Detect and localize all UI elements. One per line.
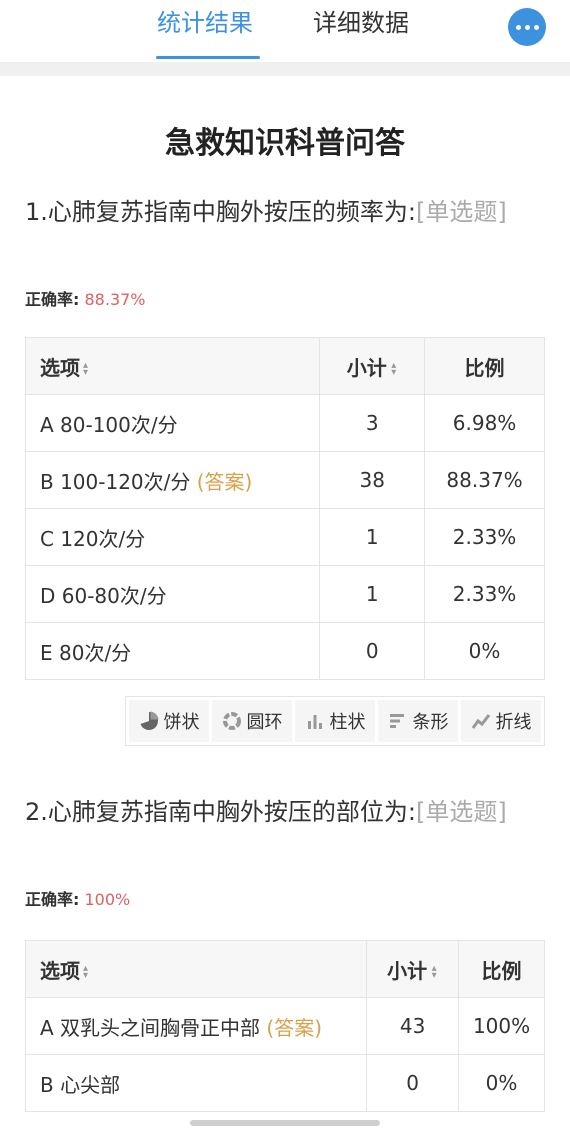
table-row: C 120次/分 1 2.33% xyxy=(24,508,545,566)
ratio-cell: 0% xyxy=(424,622,545,680)
active-tab-indicator xyxy=(156,56,260,59)
column-option-header[interactable]: 选项 ▴ ▾ xyxy=(24,940,368,998)
chart-button-label: 圆环 xyxy=(246,712,283,733)
table-header-row: 选项 ▴ ▾ 小计 ▴ ▾ 比例 xyxy=(24,337,545,395)
column-ratio-header: 比例 xyxy=(458,940,545,998)
count-cell: 1 xyxy=(319,565,426,623)
question-text: 1.心肺复苏指南中胸外按压的频率为: xyxy=(25,198,416,226)
option-cell: B 心尖部 xyxy=(24,1054,368,1112)
table-header-row: 选项 ▴ ▾ 小计 ▴ ▾ 比例 xyxy=(24,940,545,998)
accuracy-label: 正确率: xyxy=(25,890,80,909)
column-chart-button[interactable]: 柱状 xyxy=(295,700,375,742)
accuracy-value: 100% xyxy=(84,890,131,909)
question-2-accuracy: 正确率: 100% xyxy=(25,886,130,910)
ratio-cell: 2.33% xyxy=(424,565,545,623)
accuracy-label: 正确率: xyxy=(25,290,80,309)
option-cell: A 80-100次/分 xyxy=(24,394,321,452)
ratio-cell: 2.33% xyxy=(424,508,545,566)
pie-chart-icon xyxy=(140,711,158,730)
sort-icon[interactable]: ▴ ▾ xyxy=(83,361,91,378)
question-type: [单选题] xyxy=(415,798,507,826)
table-row: A 双乳头之间胸骨正中部 (答案) 43 100% xyxy=(24,997,545,1055)
ratio-cell: 88.37% xyxy=(424,451,545,509)
top-tab-bar: 统计结果 详细数据 xyxy=(0,0,570,62)
question-1-title: 1.心肺复苏指南中胸外按压的频率为:[单选题] xyxy=(25,196,545,228)
column-chart-icon xyxy=(307,715,322,729)
column-count-header[interactable]: 小计 ▴ ▾ xyxy=(366,940,460,998)
question-2-title: 2.心肺复苏指南中胸外按压的部位为:[单选题] xyxy=(25,796,545,828)
chart-button-label: 条形 xyxy=(412,712,449,733)
question-1-table: 选项 ▴ ▾ 小计 ▴ ▾ 比例 A 80-100次/分 3 6.98% B 100-1… xyxy=(24,337,545,680)
count-cell: 43 xyxy=(366,997,460,1055)
accuracy-value: 88.37% xyxy=(84,290,146,309)
ratio-cell: 100% xyxy=(458,997,545,1055)
line-chart-icon xyxy=(471,714,490,729)
option-cell: C 120次/分 xyxy=(24,508,321,566)
bar-chart-button[interactable]: 条形 xyxy=(378,700,458,742)
home-indicator[interactable] xyxy=(190,1120,380,1126)
column-option-header[interactable]: 选项 ▴ ▾ xyxy=(24,337,321,395)
line-chart-button[interactable]: 折线 xyxy=(461,700,541,742)
pie-chart-button[interactable]: 饼状 xyxy=(129,700,209,742)
ratio-cell: 0% xyxy=(458,1054,545,1112)
header-separator xyxy=(0,62,570,76)
tab-statistics[interactable]: 统计结果 xyxy=(157,6,253,46)
chart-button-label: 饼状 xyxy=(163,712,200,733)
table-row: E 80次/分 0 0% xyxy=(24,622,545,680)
question-1-accuracy: 正确率: 88.37% xyxy=(25,286,146,310)
survey-title: 急救知识科普问答 xyxy=(165,126,405,161)
count-cell: 0 xyxy=(319,622,426,680)
table-row: A 80-100次/分 3 6.98% xyxy=(24,394,545,452)
ring-chart-button[interactable]: 圆环 xyxy=(212,700,292,742)
column-count-header[interactable]: 小计 ▴ ▾ xyxy=(319,337,426,395)
option-cell: A 双乳头之间胸骨正中部 (答案) xyxy=(24,997,368,1055)
chart-button-label: 柱状 xyxy=(329,712,366,733)
table-row: D 60-80次/分 1 2.33% xyxy=(24,565,545,623)
column-ratio-header: 比例 xyxy=(424,337,545,395)
count-cell: 0 xyxy=(366,1054,460,1112)
option-cell: E 80次/分 xyxy=(24,622,321,680)
sort-icon[interactable]: ▴ ▾ xyxy=(430,964,438,981)
question-2-table: 选项 ▴ ▾ 小计 ▴ ▾ 比例 A 双乳头之间胸骨正中部 (答案) 43 100% B… xyxy=(24,940,545,1112)
table-row: B 100-120次/分 (答案) 38 88.37% xyxy=(24,451,545,509)
answer-tag: (答案) xyxy=(196,469,253,494)
answer-tag: (答案) xyxy=(266,1015,323,1040)
table-row: B 心尖部 0 0% xyxy=(24,1054,545,1112)
count-cell: 38 xyxy=(319,451,426,509)
question-text: 2.心肺复苏指南中胸外按压的部位为: xyxy=(25,798,416,826)
sort-icon[interactable]: ▴ ▾ xyxy=(390,361,398,378)
count-cell: 1 xyxy=(319,508,426,566)
tab-detail-data[interactable]: 详细数据 xyxy=(313,6,409,46)
question-type: [单选题] xyxy=(415,198,507,226)
chart-button-label: 折线 xyxy=(495,712,532,733)
ring-chart-icon xyxy=(222,712,241,730)
option-cell: B 100-120次/分 (答案) xyxy=(24,451,321,509)
count-cell: 3 xyxy=(319,394,426,452)
ratio-cell: 6.98% xyxy=(424,394,545,452)
more-dots-icon[interactable] xyxy=(508,8,546,46)
chart-type-toolbar: 饼状 圆环 柱状 条形 折线 xyxy=(125,696,545,746)
bar-chart-icon xyxy=(389,714,404,728)
sort-icon[interactable]: ▴ ▾ xyxy=(83,964,91,981)
option-cell: D 60-80次/分 xyxy=(24,565,321,623)
